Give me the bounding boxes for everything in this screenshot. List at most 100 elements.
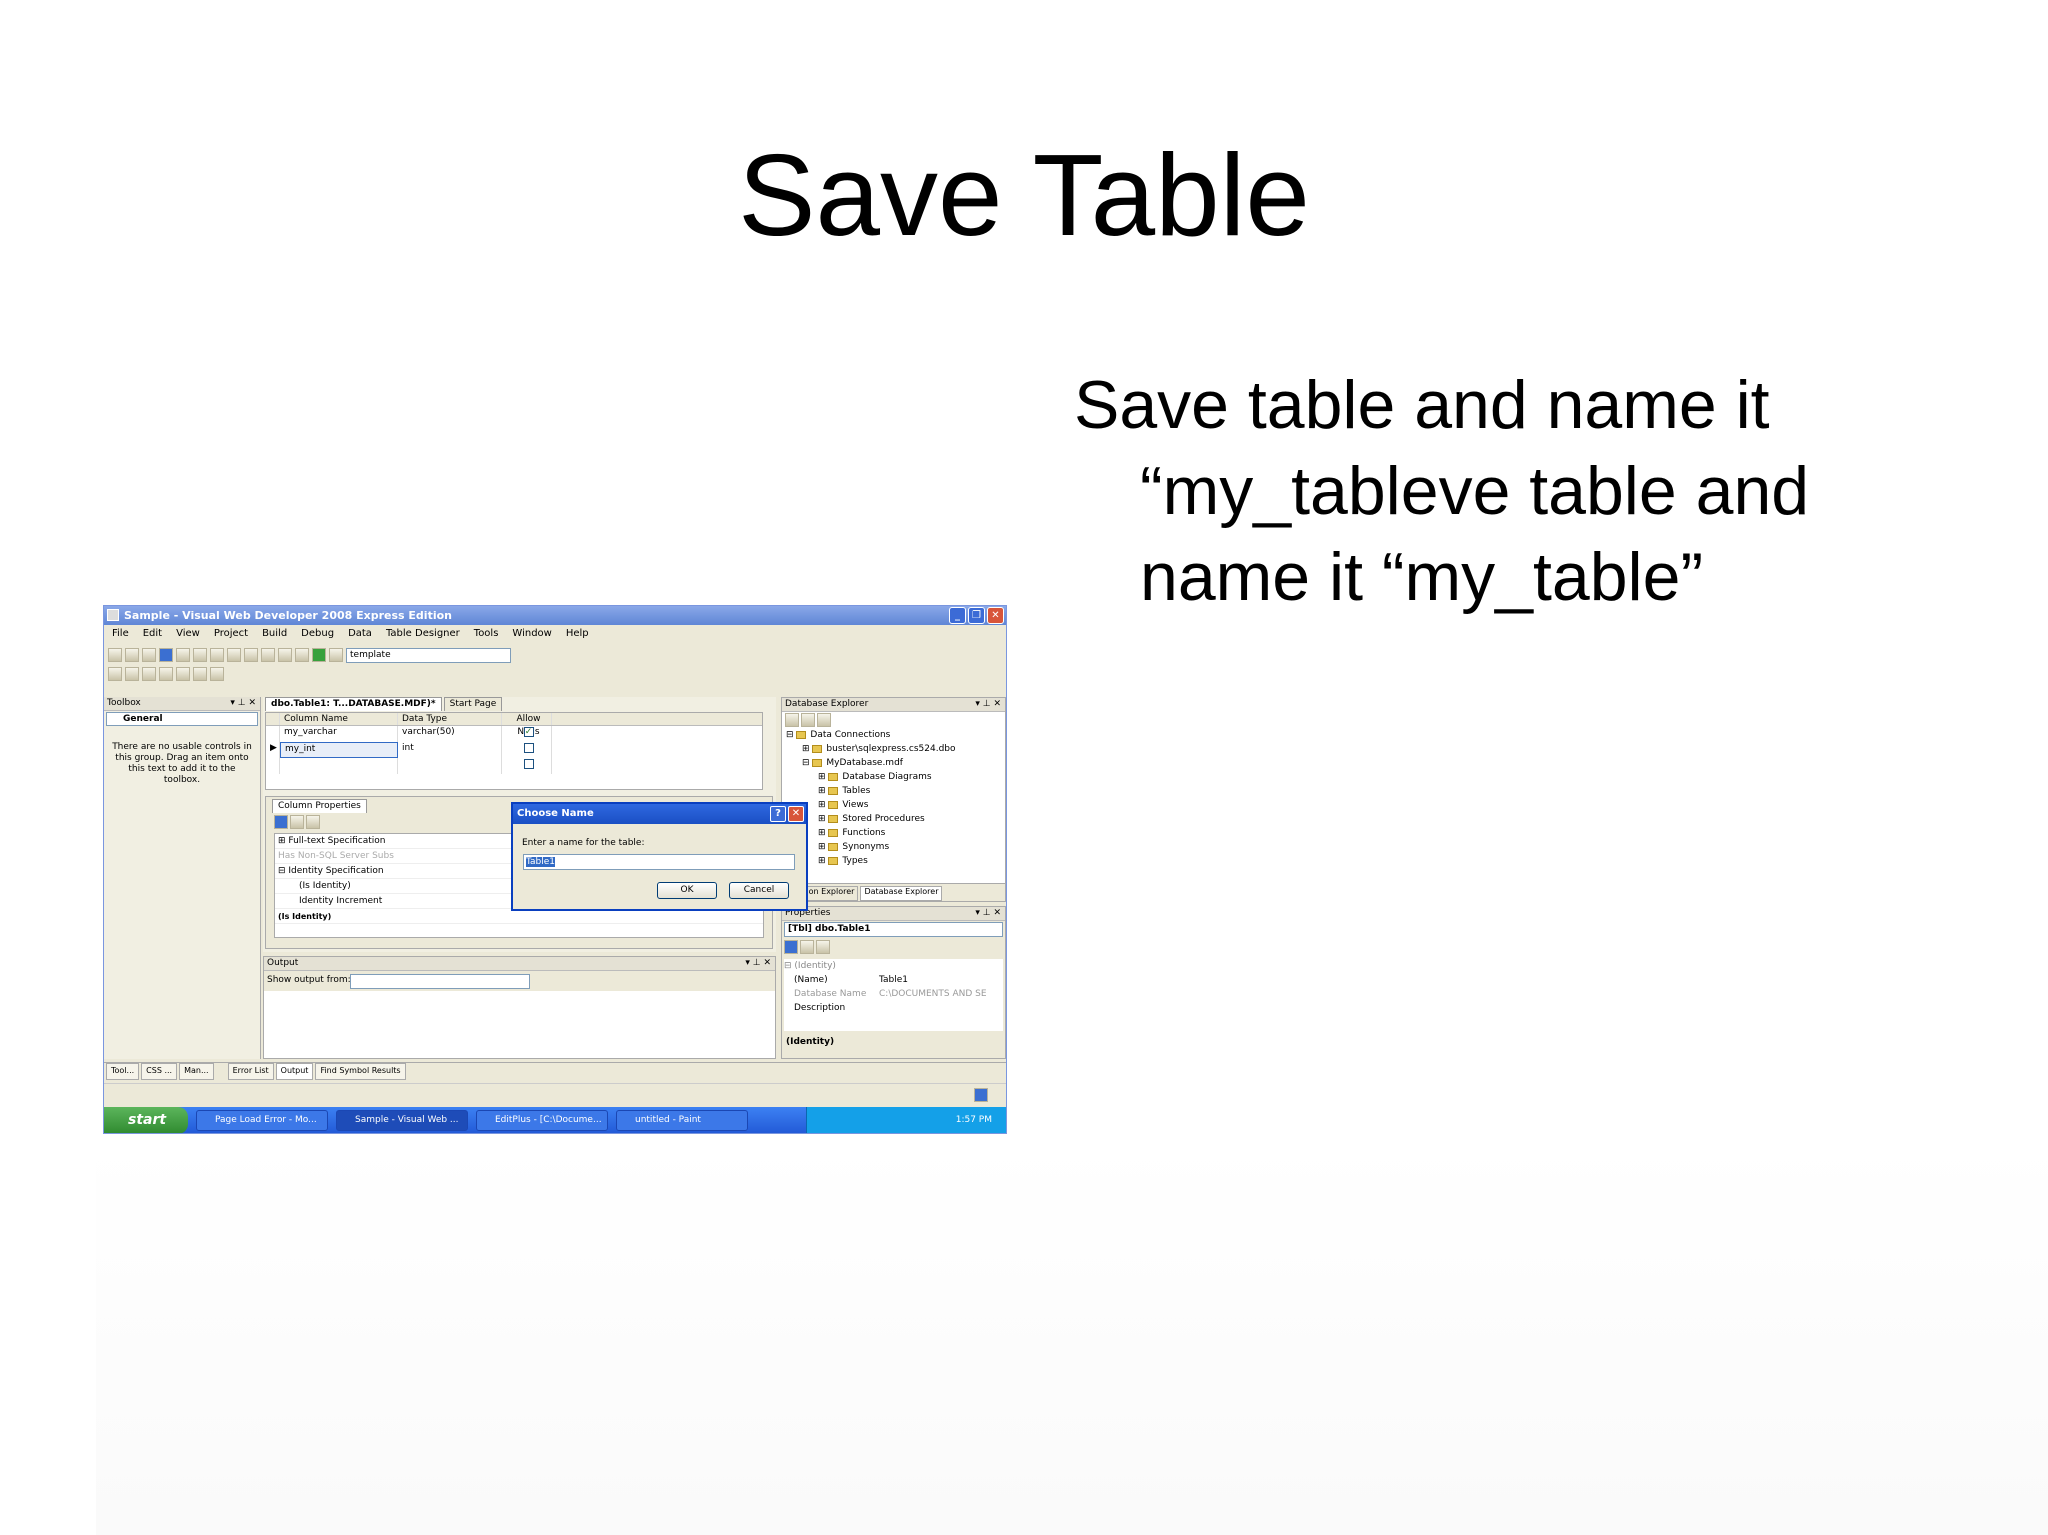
tab-output[interactable]: Output — [275, 1063, 314, 1080]
check-constraints-icon[interactable] — [210, 667, 224, 681]
tree-item[interactable]: ⊞ Tables — [786, 784, 956, 798]
table-row[interactable]: my_varchar varchar(50) ✓ — [266, 726, 762, 742]
tree-item[interactable]: ⊟ Data Connections — [786, 728, 956, 742]
indexes-icon[interactable] — [159, 667, 173, 681]
menu-debug[interactable]: Debug — [301, 628, 334, 639]
minimize-icon[interactable]: _ — [949, 607, 966, 624]
navigate-back-icon[interactable] — [278, 648, 292, 662]
relationships-icon[interactable] — [142, 667, 156, 681]
find-in-files-icon[interactable] — [329, 648, 343, 662]
open-icon[interactable] — [142, 648, 156, 662]
object-selector[interactable]: [Tbl] dbo.Table1 — [784, 922, 1003, 937]
allow-nulls-checkbox[interactable]: ✓ — [523, 726, 534, 737]
tree-item[interactable]: ⊟ MyDatabase.mdf — [786, 756, 956, 770]
stop-refresh-icon[interactable] — [801, 713, 815, 727]
property-pages-icon[interactable] — [816, 940, 830, 954]
xml-index-icon[interactable] — [193, 667, 207, 681]
tree-item[interactable]: ⊞ Database Diagrams — [786, 770, 956, 784]
output-source-select[interactable] — [350, 974, 530, 989]
menu-data[interactable]: Data — [348, 628, 372, 639]
refresh-icon[interactable] — [785, 713, 799, 727]
tab-manage[interactable]: Man... — [179, 1063, 214, 1080]
close-icon[interactable]: ✕ — [788, 806, 804, 822]
cell-column-name[interactable]: my_int — [280, 742, 398, 758]
save-all-icon[interactable] — [176, 648, 190, 662]
find-combo[interactable]: template — [346, 647, 511, 663]
toolbox-group-general[interactable]: General — [106, 712, 258, 726]
tree-item[interactable]: ⊞ Functions — [786, 826, 956, 840]
new-project-icon[interactable] — [108, 648, 122, 662]
menu-edit[interactable]: Edit — [143, 628, 162, 639]
cell-allow-nulls[interactable] — [502, 758, 552, 774]
menu-table-designer[interactable]: Table Designer — [386, 628, 460, 639]
property-row[interactable]: (Name) Table1 — [784, 973, 1003, 987]
save-icon[interactable] — [159, 648, 173, 662]
tab-css[interactable]: CSS ... — [141, 1063, 178, 1080]
generate-script-icon[interactable] — [108, 667, 122, 681]
primary-key-icon[interactable] — [125, 667, 139, 681]
table-row-new[interactable] — [266, 758, 762, 774]
panel-pin-close-icon[interactable]: ▾ ⊥ ✕ — [230, 697, 256, 710]
paste-icon[interactable] — [227, 648, 241, 662]
table-name-value[interactable]: Table1 — [526, 857, 555, 867]
help-icon[interactable]: ? — [770, 806, 786, 822]
restore-icon[interactable]: ❐ — [968, 607, 985, 624]
add-item-icon[interactable] — [125, 648, 139, 662]
taskbar-item[interactable]: Page Load Error - Mo... — [196, 1110, 328, 1131]
tab-database-explorer[interactable]: Database Explorer — [860, 886, 943, 901]
panel-pin-close-icon[interactable]: ▾ ⊥ ✕ — [975, 698, 1001, 711]
cell-data-type[interactable]: varchar(50) — [398, 726, 502, 742]
tab-table1[interactable]: dbo.Table1: T...DATABASE.MDF)* — [265, 697, 442, 711]
tree-item[interactable]: ⊞ buster\sqlexpress.cs524.dbo — [786, 742, 956, 756]
property-row[interactable]: Description — [784, 1001, 1003, 1015]
expand-icon[interactable]: ⊞ — [278, 836, 288, 846]
allow-nulls-checkbox[interactable] — [523, 758, 534, 769]
taskbar-item[interactable]: EditPlus - [C:\Docume... — [476, 1110, 608, 1131]
navigate-forward-icon[interactable] — [295, 648, 309, 662]
copy-icon[interactable] — [210, 648, 224, 662]
collapse-icon[interactable]: ⊟ — [278, 866, 288, 876]
row-selector[interactable] — [266, 726, 280, 742]
tab-find-symbol-results[interactable]: Find Symbol Results — [315, 1063, 406, 1080]
fulltext-index-icon[interactable] — [176, 667, 190, 681]
cell-column-name[interactable] — [280, 758, 398, 774]
tree-item[interactable]: ⊞ Views — [786, 798, 956, 812]
tab-column-properties[interactable]: Column Properties — [272, 799, 367, 813]
taskbar-item-active[interactable]: Sample - Visual Web ... — [336, 1110, 468, 1131]
tree-item[interactable]: ⊞ Synonyms — [786, 840, 956, 854]
panel-pin-close-icon[interactable]: ▾ ⊥ ✕ — [975, 907, 1001, 920]
tab-error-list[interactable]: Error List — [227, 1063, 274, 1080]
panel-pin-close-icon[interactable]: ▾ ⊥ ✕ — [745, 957, 771, 970]
tab-start-page[interactable]: Start Page — [443, 697, 503, 711]
cut-icon[interactable] — [193, 648, 207, 662]
taskbar-item[interactable]: untitled - Paint — [616, 1110, 748, 1131]
close-icon[interactable]: ✕ — [987, 607, 1004, 624]
prop-category[interactable]: ⊟ (Identity) — [784, 959, 1003, 973]
tree-item[interactable]: ⊞ Stored Procedures — [786, 812, 956, 826]
cell-data-type[interactable] — [398, 758, 502, 774]
categorized-icon[interactable] — [274, 815, 288, 829]
cell-column-name[interactable]: my_varchar — [280, 726, 398, 742]
menu-help[interactable]: Help — [566, 628, 589, 639]
table-name-input[interactable]: Table1 — [523, 854, 795, 870]
table-row[interactable]: ▶ my_int int — [266, 742, 762, 758]
allow-nulls-checkbox[interactable] — [523, 742, 534, 753]
menu-build[interactable]: Build — [262, 628, 287, 639]
menu-view[interactable]: View — [176, 628, 200, 639]
undo-icon[interactable] — [244, 648, 258, 662]
start-button[interactable]: start — [104, 1107, 188, 1133]
property-row[interactable]: Database Name C:\DOCUMENTS AND SE — [784, 987, 1003, 1001]
menu-project[interactable]: Project — [214, 628, 248, 639]
cell-allow-nulls[interactable]: ✓ — [502, 726, 552, 742]
connect-database-icon[interactable] — [817, 713, 831, 727]
menu-window[interactable]: Window — [512, 628, 551, 639]
start-debugging-icon[interactable] — [312, 648, 326, 662]
cancel-button[interactable]: Cancel — [729, 882, 789, 899]
redo-icon[interactable] — [261, 648, 275, 662]
ok-button[interactable]: OK — [657, 882, 717, 899]
categorized-icon[interactable] — [784, 940, 798, 954]
cell-data-type[interactable]: int — [398, 742, 502, 758]
property-pages-icon[interactable] — [306, 815, 320, 829]
alphabetical-icon[interactable] — [290, 815, 304, 829]
alphabetical-icon[interactable] — [800, 940, 814, 954]
